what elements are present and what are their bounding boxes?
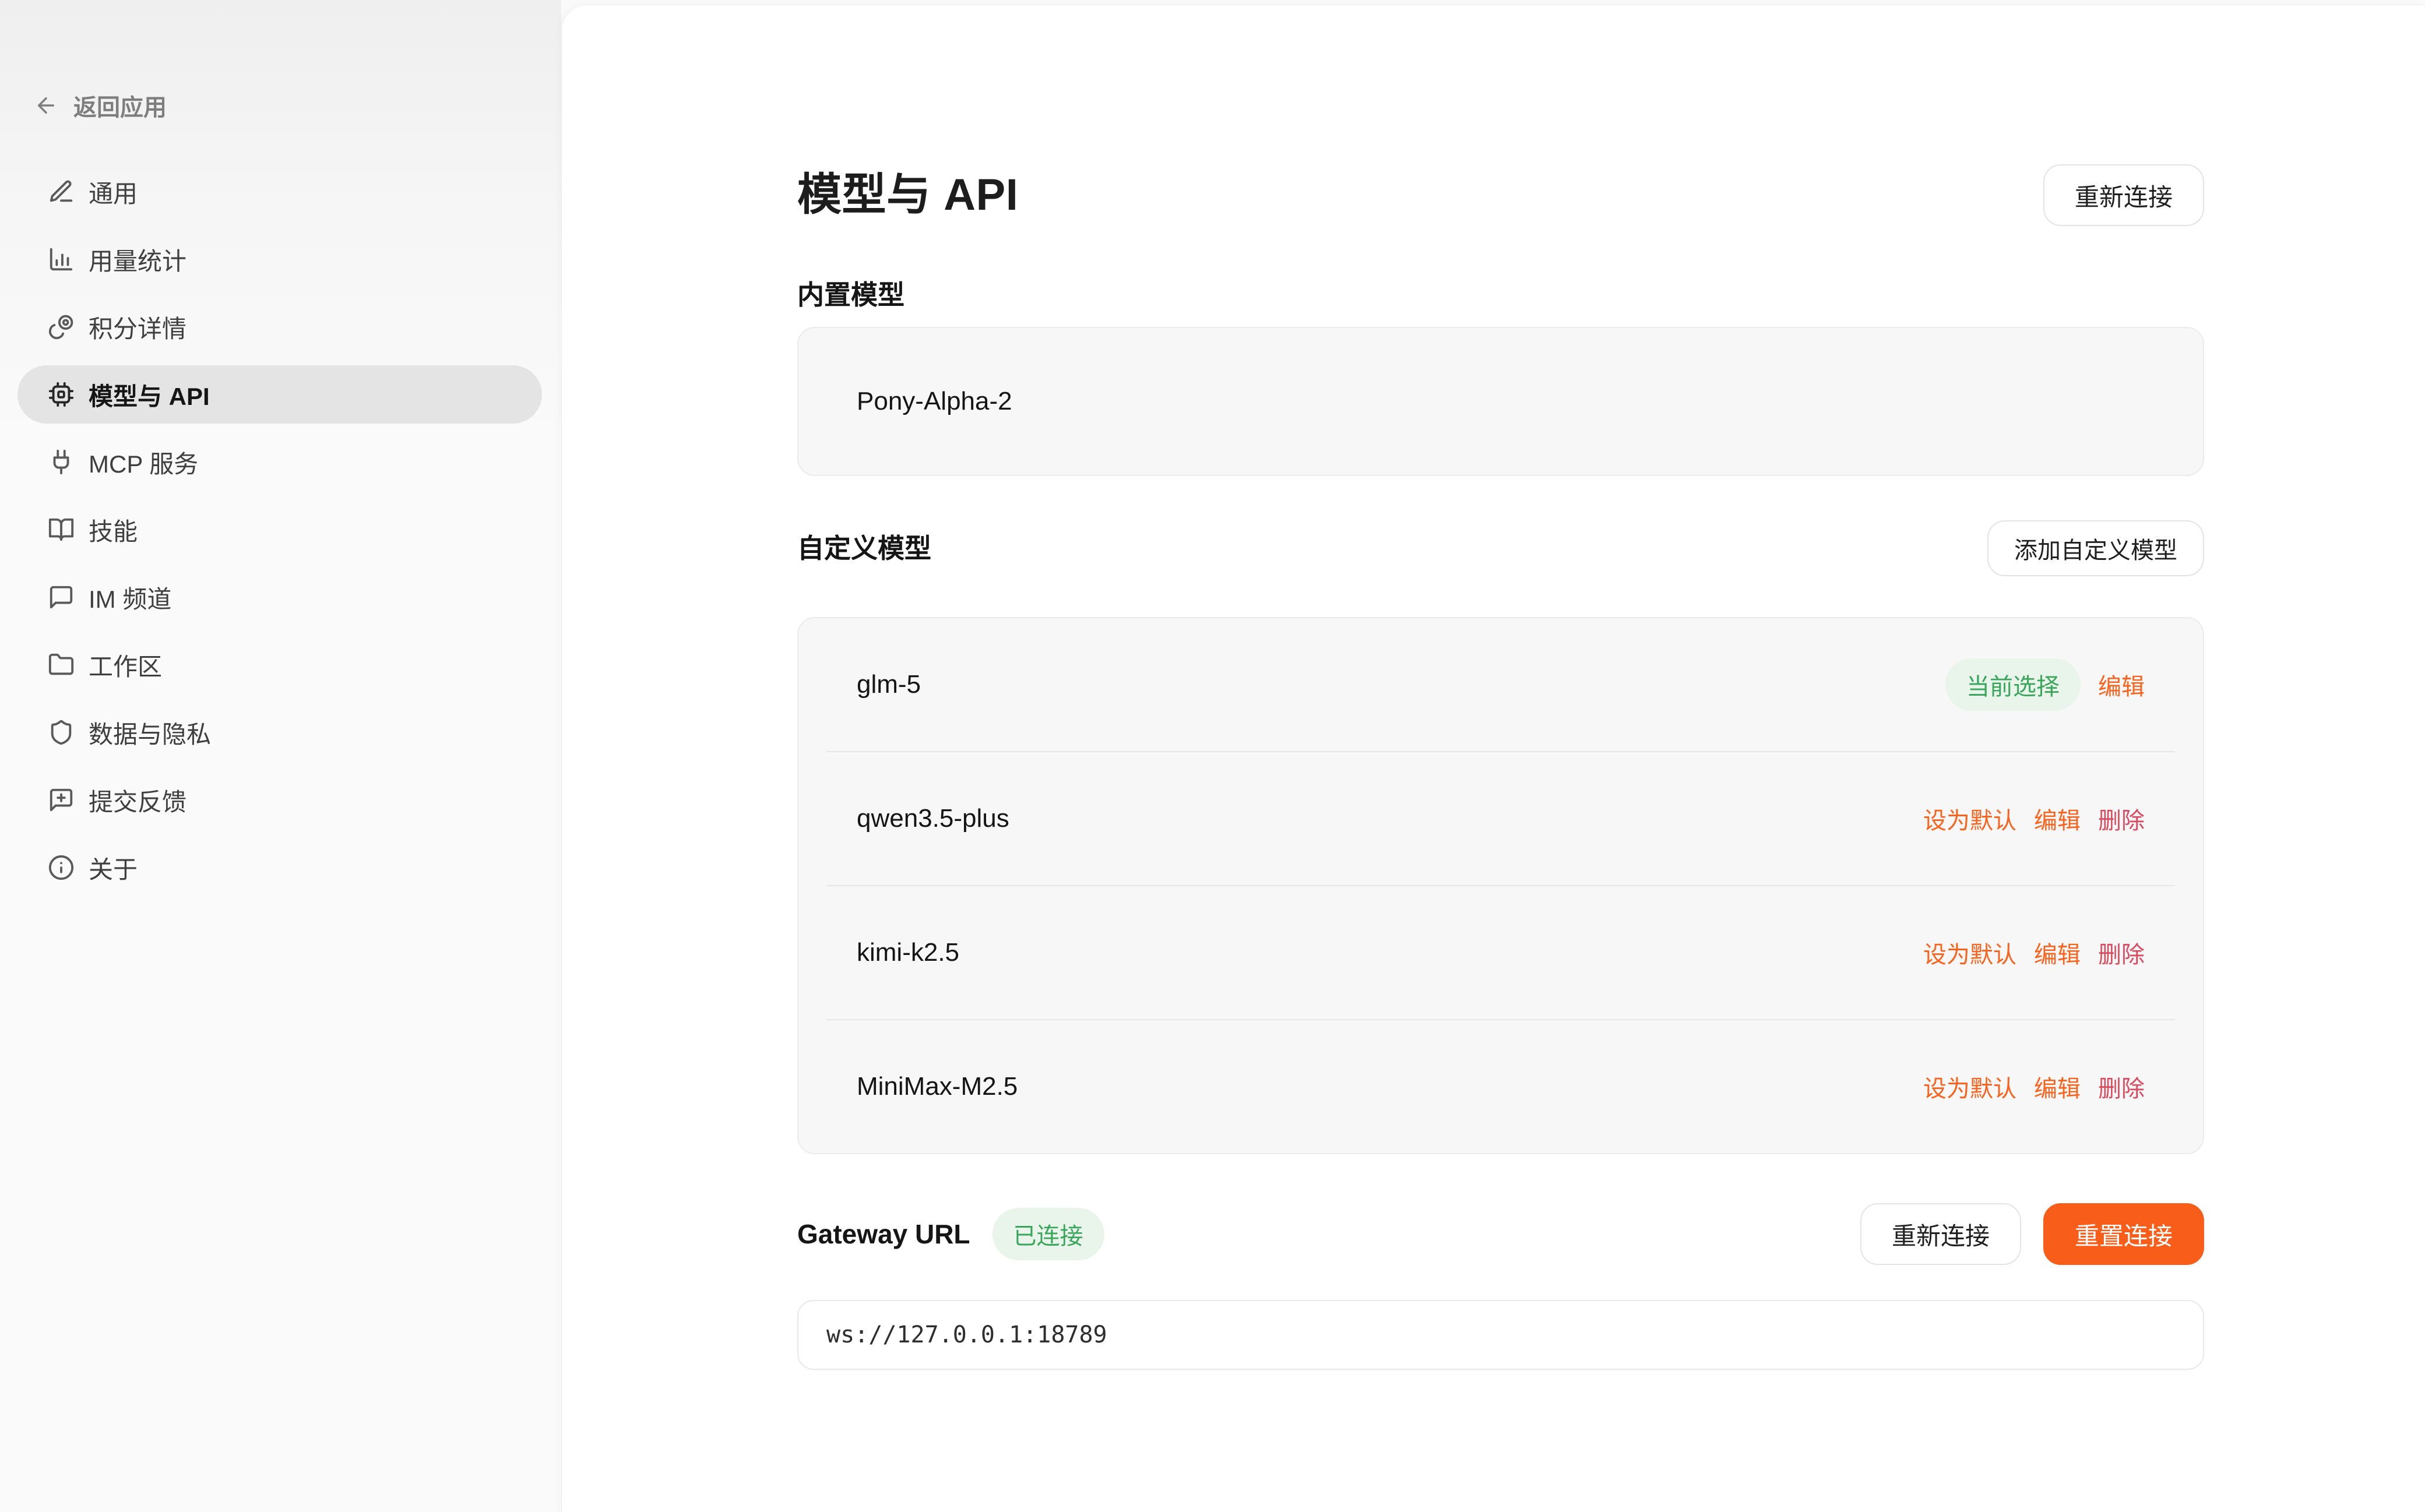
sidebar-item-label: 提交反馈: [89, 783, 186, 818]
gateway-label-group: Gateway URL 已连接: [797, 1208, 1104, 1260]
edit-model-link[interactable]: 编辑: [2034, 1070, 2081, 1104]
set-default-link[interactable]: 设为默认: [1923, 936, 2016, 970]
sidebar-item-label: 工作区: [89, 647, 162, 683]
folder-icon: [48, 651, 75, 678]
sidebar-item-label: 关于: [89, 850, 138, 886]
sidebar-item-label: 用量统计: [89, 242, 186, 277]
sidebar-item-pencil[interactable]: 通用: [17, 163, 542, 221]
model-name: MiniMax-M2.5: [857, 1072, 1018, 1101]
builtin-models-section-label: 内置模型: [797, 278, 2204, 312]
model-actions: 设为默认编辑删除: [1923, 1070, 2145, 1104]
settings-content: 模型与 API 重新连接 内置模型 Pony-Alpha-2 自定义模型 添加自…: [797, 5, 2204, 1370]
model-name: kimi-k2.5: [857, 938, 959, 967]
builtin-models-card: Pony-Alpha-2: [797, 327, 2204, 476]
page-title: 模型与 API: [797, 166, 1018, 224]
builtin-model-name: Pony-Alpha-2: [857, 387, 1012, 416]
delete-model-link[interactable]: 删除: [2098, 1070, 2145, 1104]
sidebar-nav: 通用用量统计积分详情模型与 API MCP 服务技能 IM 频道工作区数据与隐私提交…: [17, 163, 542, 906]
sidebar-item-info[interactable]: 关于: [17, 838, 542, 897]
back-to-app-link[interactable]: 返回应用: [34, 89, 167, 122]
coins-icon: [48, 313, 75, 340]
custom-models-header: 自定义模型 添加自定义模型: [797, 520, 2204, 576]
add-custom-model-button[interactable]: 添加自定义模型: [1987, 520, 2204, 576]
shield-icon: [48, 719, 75, 746]
model-name: glm-5: [857, 670, 921, 699]
settings-panel: 模型与 API 重新连接 内置模型 Pony-Alpha-2 自定义模型 添加自…: [561, 5, 2425, 1512]
sidebar-item-label: IM 频道: [89, 580, 171, 615]
sidebar-item-label: 数据与隐私: [89, 715, 211, 750]
sidebar: 返回应用 通用用量统计积分详情模型与 API MCP 服务技能 IM 频道工作区数据…: [0, 0, 561, 1512]
sidebar-item-label: 积分详情: [89, 309, 186, 345]
app-window: 返回应用 通用用量统计积分详情模型与 APIMCP 服务技能IM 频道工作区数据…: [0, 0, 2425, 1512]
sidebar-item-feedback-plus[interactable]: 提交反馈: [17, 771, 542, 829]
model-row: glm-5 当前选择编辑: [798, 618, 2203, 751]
reset-connection-button[interactable]: 重置连接: [2043, 1203, 2204, 1265]
info-icon: [48, 854, 75, 881]
model-row: qwen3.5-plus 设为默认编辑删除: [798, 752, 2203, 885]
edit-model-link[interactable]: 编辑: [2034, 936, 2081, 970]
book-open-icon: [48, 516, 75, 543]
connected-status-badge: 已连接: [992, 1208, 1104, 1260]
sidebar-item-coins[interactable]: 积分详情: [17, 298, 542, 356]
gateway-section: Gateway URL 已连接 重新连接 重置连接: [797, 1203, 2204, 1265]
cpu-icon: [48, 381, 75, 408]
gateway-url-label: Gateway URL: [797, 1217, 970, 1251]
feedback-plus-icon: [48, 787, 75, 813]
chat-bubble-icon: [48, 584, 75, 611]
back-to-app-label: 返回应用: [73, 89, 167, 122]
custom-models-section-label: 自定义模型: [797, 531, 931, 565]
set-default-link[interactable]: 设为默认: [1923, 802, 2016, 836]
model-row: kimi-k2.5 设为默认编辑删除: [798, 886, 2203, 1019]
delete-model-link[interactable]: 删除: [2098, 936, 2145, 970]
gateway-actions: 重新连接 重置连接: [1860, 1203, 2204, 1265]
custom-models-card: glm-5当前选择编辑qwen3.5-plus设为默认编辑删除kimi-k2.5…: [797, 617, 2204, 1154]
set-default-link[interactable]: 设为默认: [1923, 1070, 2016, 1104]
current-selection-badge: 当前选择: [1945, 658, 2081, 711]
sidebar-item-book-open[interactable]: 技能: [17, 501, 542, 559]
page-header: 模型与 API 重新连接: [797, 166, 2204, 224]
sidebar-item-label: 技能: [89, 512, 138, 548]
plug-icon: [48, 449, 75, 475]
model-row: MiniMax-M2.5 设为默认编辑删除: [798, 1020, 2203, 1153]
edit-model-link[interactable]: 编辑: [2098, 668, 2145, 702]
delete-model-link[interactable]: 删除: [2098, 802, 2145, 836]
model-name: qwen3.5-plus: [857, 804, 1009, 833]
edit-model-link[interactable]: 编辑: [2034, 802, 2081, 836]
gateway-url-input[interactable]: [797, 1300, 2204, 1370]
model-actions: 设为默认编辑删除: [1923, 936, 2145, 970]
sidebar-item-chat-bubble[interactable]: IM 频道: [17, 568, 542, 626]
reconnect-button[interactable]: 重新连接: [1860, 1203, 2021, 1265]
reconnect-button-top[interactable]: 重新连接: [2043, 164, 2204, 226]
sidebar-item-cpu[interactable]: 模型与 API: [17, 365, 542, 424]
arrow-left-icon: [34, 93, 58, 118]
sidebar-item-shield[interactable]: 数据与隐私: [17, 703, 542, 762]
model-actions: 当前选择编辑: [1945, 658, 2145, 711]
sidebar-item-label: MCP 服务: [89, 445, 198, 480]
sidebar-item-bar-chart[interactable]: 用量统计: [17, 230, 542, 288]
sidebar-item-label: 模型与 API: [89, 377, 210, 413]
sidebar-item-folder[interactable]: 工作区: [17, 636, 542, 694]
pencil-icon: [48, 178, 75, 205]
sidebar-item-label: 通用: [89, 174, 138, 210]
model-actions: 设为默认编辑删除: [1923, 802, 2145, 836]
sidebar-item-plug[interactable]: MCP 服务: [17, 433, 542, 491]
bar-chart-icon: [48, 246, 75, 273]
